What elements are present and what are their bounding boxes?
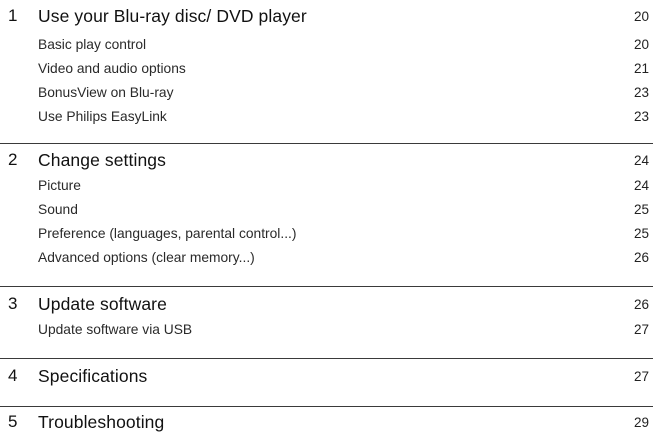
section-number: 4	[8, 366, 18, 385]
entry-page: 20	[633, 37, 649, 52]
section-divider	[0, 358, 653, 359]
section-page: 20	[633, 9, 649, 24]
entry-page: 21	[633, 61, 649, 76]
entry-label: Update software via USB	[38, 322, 193, 337]
entry-label: Basic play control	[38, 37, 147, 52]
entry-label: Picture	[38, 178, 81, 193]
entry-label: Advanced options (clear memory...)	[38, 250, 255, 265]
entry-page: 25	[633, 202, 649, 217]
section-page: 27	[633, 369, 649, 384]
section-number: 2	[8, 150, 18, 169]
section-number: 5	[8, 412, 18, 431]
section-number: 1	[8, 6, 18, 25]
section-page: 24	[633, 153, 649, 168]
entry-page: 24	[633, 178, 649, 193]
entry-label: Video and audio options	[38, 61, 186, 76]
section-divider	[0, 406, 653, 407]
entry-page: 26	[633, 250, 649, 265]
section-number: 3	[8, 294, 18, 313]
section-title: Update software	[38, 294, 167, 314]
entry-page: 23	[633, 109, 649, 124]
entry-label: Preference (languages, parental control.…	[38, 226, 297, 241]
section-divider	[0, 286, 653, 287]
entry-page: 25	[633, 226, 649, 241]
entry-label: Sound	[38, 202, 78, 217]
entry-label: Use Philips EasyLink	[38, 109, 167, 124]
section-divider	[0, 143, 653, 144]
section-page: 29	[633, 415, 649, 430]
section-title: Use your Blu-ray disc/ DVD player	[38, 6, 307, 26]
section-page: 26	[633, 297, 649, 312]
entry-page: 23	[633, 85, 649, 100]
section-title: Change settings	[38, 150, 166, 170]
section-title: Specifications	[38, 366, 148, 386]
entry-label: BonusView on Blu-ray	[38, 85, 174, 100]
entry-page: 27	[633, 322, 649, 337]
section-title: Troubleshooting	[38, 412, 165, 432]
